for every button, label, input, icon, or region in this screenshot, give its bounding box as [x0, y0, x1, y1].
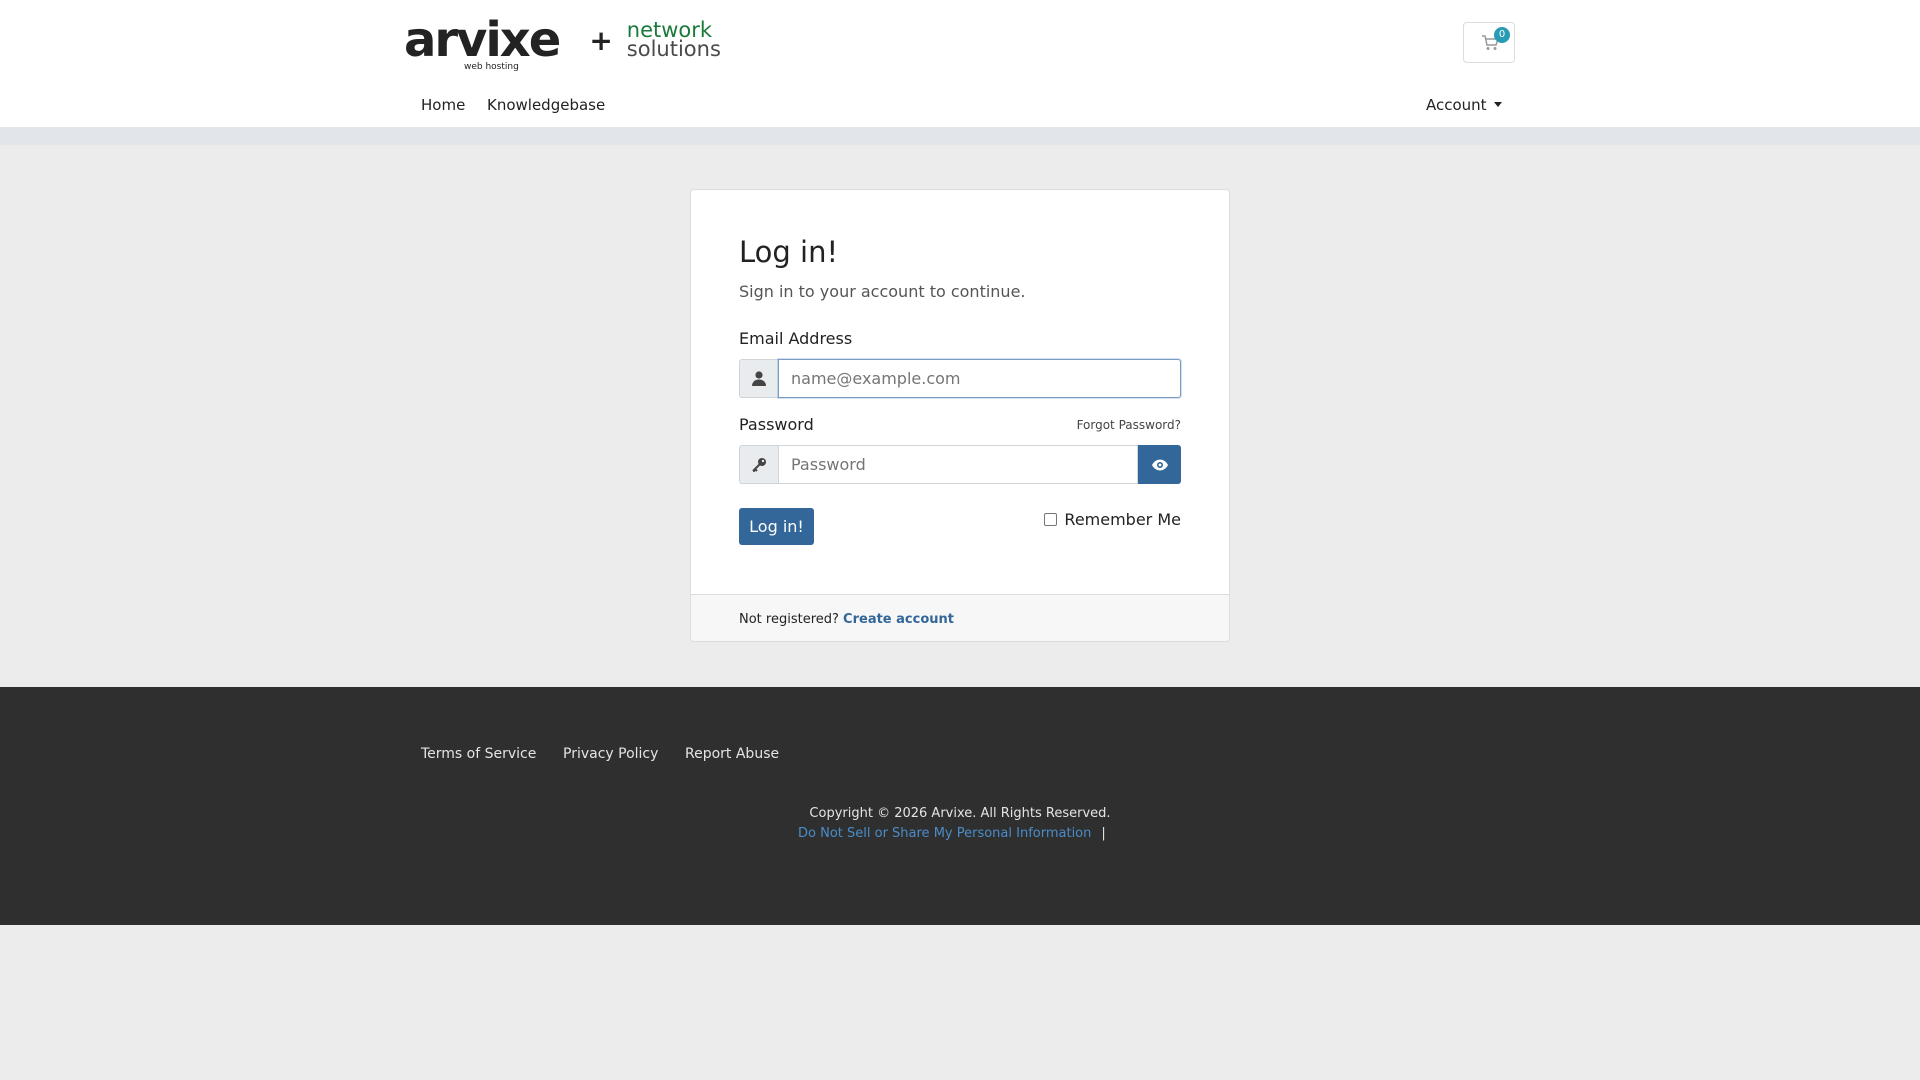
arvixe-wordmark: arvixe [404, 12, 561, 68]
forgot-password-link[interactable]: Forgot Password? [1077, 418, 1181, 432]
show-password-button[interactable] [1138, 445, 1181, 484]
footer-report-abuse-link[interactable]: Report Abuse [685, 746, 779, 762]
remember-me[interactable]: Remember Me [1044, 510, 1181, 529]
arvixe-logo: arvixe web hosting [404, 16, 561, 72]
do-not-sell-link[interactable]: Do Not Sell or Share My Personal Informa… [798, 826, 1091, 841]
cart-count-badge: 0 [1494, 27, 1510, 43]
email-label: Email Address [739, 329, 853, 348]
nav-account-label: Account [1426, 96, 1487, 114]
login-card: Log in! Sign in to your account to conti… [690, 189, 1230, 642]
remember-me-label: Remember Me [1064, 510, 1181, 529]
chevron-down-icon [1493, 102, 1502, 107]
user-icon [752, 371, 766, 386]
password-addon [739, 445, 778, 484]
cart-button[interactable]: 0 [1463, 22, 1515, 63]
page-subtitle: Sign in to your account to continue. [739, 282, 1026, 301]
privacy-row: Do Not Sell or Share My Personal Informa… [798, 826, 1106, 841]
eye-icon [1151, 459, 1168, 470]
key-icon [751, 458, 766, 472]
logo-plus: + [589, 23, 613, 57]
partner-line-2: solutions [626, 37, 721, 61]
copyright: Copyright © 2026 Arvixe. All Rights Rese… [809, 806, 1111, 821]
arvixe-tagline: web hosting [464, 62, 519, 72]
login-button[interactable]: Log in! [739, 508, 814, 545]
password-label: Password [739, 415, 814, 434]
network-solutions-logo: network solutions [626, 20, 721, 61]
footer-terms-link[interactable]: Terms of Service [421, 746, 536, 762]
password-input-group [739, 445, 1181, 484]
nav-home[interactable]: Home [421, 96, 465, 114]
page-bottom [0, 925, 1920, 1080]
separator: | [1101, 826, 1106, 841]
email-field[interactable] [778, 359, 1181, 398]
footer-privacy-link[interactable]: Privacy Policy [563, 746, 658, 762]
header-subbar [0, 127, 1920, 145]
create-account-link[interactable]: Create account [843, 612, 954, 627]
page-title: Log in! [739, 235, 839, 269]
not-registered-text: Not registered? [739, 612, 839, 627]
login-card-footer: Not registered? Create account [691, 594, 1229, 641]
nav-account-dropdown[interactable]: Account [1426, 96, 1502, 114]
register-prompt: Not registered? Create account [739, 612, 954, 627]
nav-knowledgebase[interactable]: Knowledgebase [487, 96, 605, 114]
password-field[interactable] [778, 445, 1138, 484]
site-footer: Terms of Service Privacy Policy Report A… [0, 687, 1920, 925]
site-header: arvixe web hosting + network solutions 0… [0, 0, 1920, 127]
email-addon [739, 359, 778, 398]
logo[interactable]: arvixe web hosting + network solutions [404, 10, 721, 72]
remember-me-checkbox[interactable] [1044, 513, 1058, 526]
email-input-group [739, 359, 1181, 398]
